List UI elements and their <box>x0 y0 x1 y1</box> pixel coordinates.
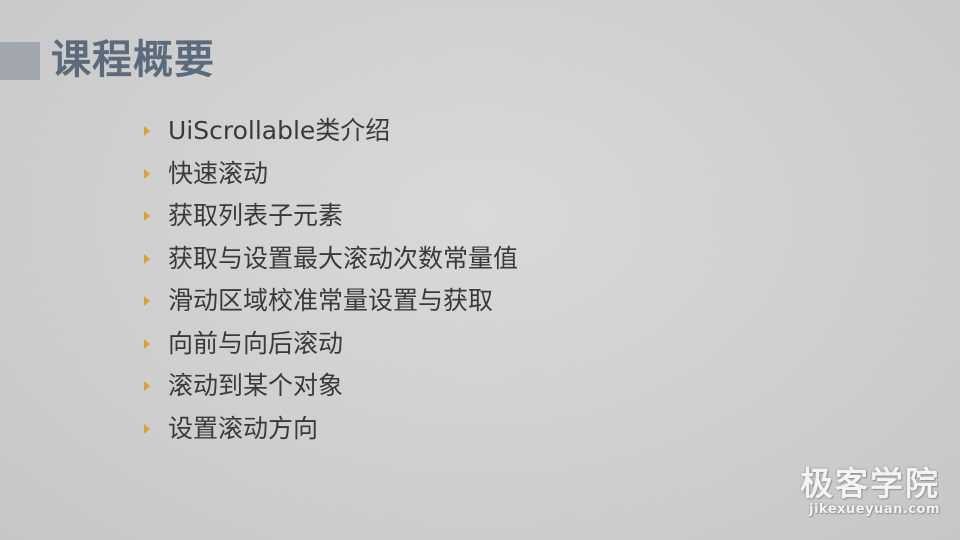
bullet-text: 获取列表子元素 <box>168 201 344 230</box>
triangle-right-icon <box>144 296 150 307</box>
bullet-item: 向前与向后滚动 <box>144 323 518 366</box>
watermark-brand: 极客学院 <box>800 464 940 503</box>
bullet-text: 快速滚动 <box>168 158 269 188</box>
bullet-text: 向前与向后滚动 <box>168 328 344 358</box>
watermark-logo: 极客学院 jikexueyuan.com <box>800 466 940 518</box>
triangle-right-icon <box>144 338 150 349</box>
bullet-item: 滑动区域校准常量设置与获取 <box>144 280 518 323</box>
triangle-right-icon <box>144 253 150 264</box>
bullet-text: 滑动区域校准常量设置与获取 <box>168 286 494 315</box>
title-accent-square <box>0 42 40 80</box>
watermark-url: jikexueyuan.com <box>809 502 940 517</box>
slide-title: 课程概要 <box>51 37 215 83</box>
triangle-right-icon <box>144 126 150 137</box>
triangle-right-icon <box>144 381 150 392</box>
bullet-item: 获取列表子元素 <box>144 195 518 238</box>
bullet-item: 滚动到某个对象 <box>144 365 518 408</box>
bullet-item: UiScrollable类介绍 <box>144 110 518 153</box>
bullet-item: 快速滚动 <box>144 153 518 196</box>
triangle-right-icon <box>144 211 150 222</box>
bullet-text: 滚动到某个对象 <box>168 371 344 400</box>
bullet-text: 获取与设置最大滚动次数常量值 <box>168 243 519 273</box>
bullet-text: 设置滚动方向 <box>168 413 319 443</box>
triangle-right-icon <box>144 423 150 434</box>
triangle-right-icon <box>144 168 150 179</box>
bullet-item: 设置滚动方向 <box>144 408 518 451</box>
bullet-list: UiScrollable类介绍 快速滚动 获取列表子元素 获取与设置最大滚动次数… <box>144 110 518 450</box>
bullet-item: 获取与设置最大滚动次数常量值 <box>144 238 518 281</box>
bullet-text: UiScrollable类介绍 <box>168 116 391 145</box>
